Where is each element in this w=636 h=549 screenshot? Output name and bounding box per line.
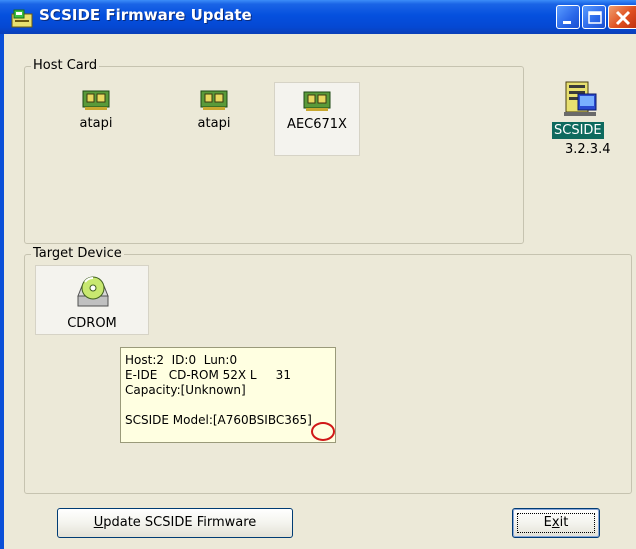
app-window-icon [11,8,33,28]
host-card-group-label: Host Card [31,58,100,74]
host-card-label: AEC671X [287,117,347,132]
host-card-atapi-2[interactable]: atapi [174,88,254,158]
cdrom-drive-icon [77,276,109,307]
model-number-highlight-circle [311,422,335,441]
host-card-atapi-1[interactable]: atapi [56,88,136,158]
minimize-button[interactable] [556,5,580,29]
host-adapter-card-icon [303,91,331,111]
maximize-button[interactable] [582,5,606,29]
host-card-aec671x[interactable]: AEC671X [274,82,360,156]
window-title: SCSIDE Firmware Update [39,6,252,24]
exit-button[interactable]: Exit [512,508,600,538]
host-adapter-card-icon [82,90,110,110]
update-firmware-button[interactable]: Update SCSIDE Firmware [57,508,293,538]
focus-rectangle [517,513,595,533]
host-card-label: atapi [79,116,113,131]
device-cdrom[interactable]: CDROM [35,265,149,335]
host-card-label: atapi [197,116,231,131]
model-highlight-text: 365 [284,413,308,427]
scside-app-icon [560,80,600,124]
scside-app-name: SCSIDE [552,122,604,139]
title-bar[interactable]: SCSIDE Firmware Update [0,0,636,34]
device-info-tooltip: Host:2 ID:0 Lun:0 E-IDE CD-ROM 52X L 31 … [120,347,336,443]
tooltip-capacity-line: Capacity:[Unknown] [125,383,246,397]
tooltip-host-line: Host:2 ID:0 Lun:0 [125,353,238,367]
close-button[interactable] [608,5,636,29]
device-label: CDROM [67,316,117,331]
close-icon [615,10,631,26]
tooltip-device-line: E-IDE CD-ROM 52X L 31 [125,368,291,382]
maximize-icon [588,11,602,24]
host-adapter-card-icon [200,90,228,110]
target-device-group-label: Target Device [31,246,124,262]
minimize-icon [563,21,571,24]
app-window: SCSIDE Firmware Update Host Card atapi a… [0,0,636,549]
scside-version: 3.2.3.4 [565,142,611,157]
client-area: Host Card atapi atapi AEC671X SCSIDE 3.2… [4,34,636,549]
tooltip-model-line: SCSIDE Model:[A760BSIBC365] [125,413,312,427]
